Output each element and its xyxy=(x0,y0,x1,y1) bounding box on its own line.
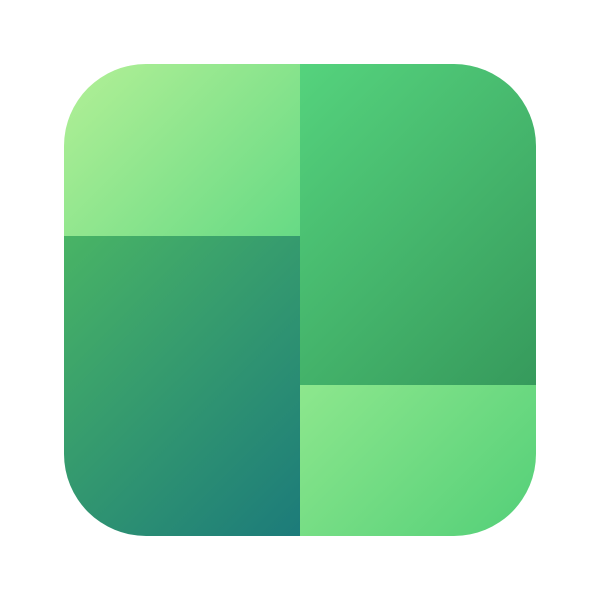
tile-bottom-right xyxy=(300,385,536,536)
tile-top-right xyxy=(300,64,536,385)
tile-bottom-left xyxy=(64,236,300,536)
canvas xyxy=(0,0,600,600)
green-tile-app-icon[interactable] xyxy=(64,64,536,536)
tile-top-left xyxy=(64,64,300,236)
